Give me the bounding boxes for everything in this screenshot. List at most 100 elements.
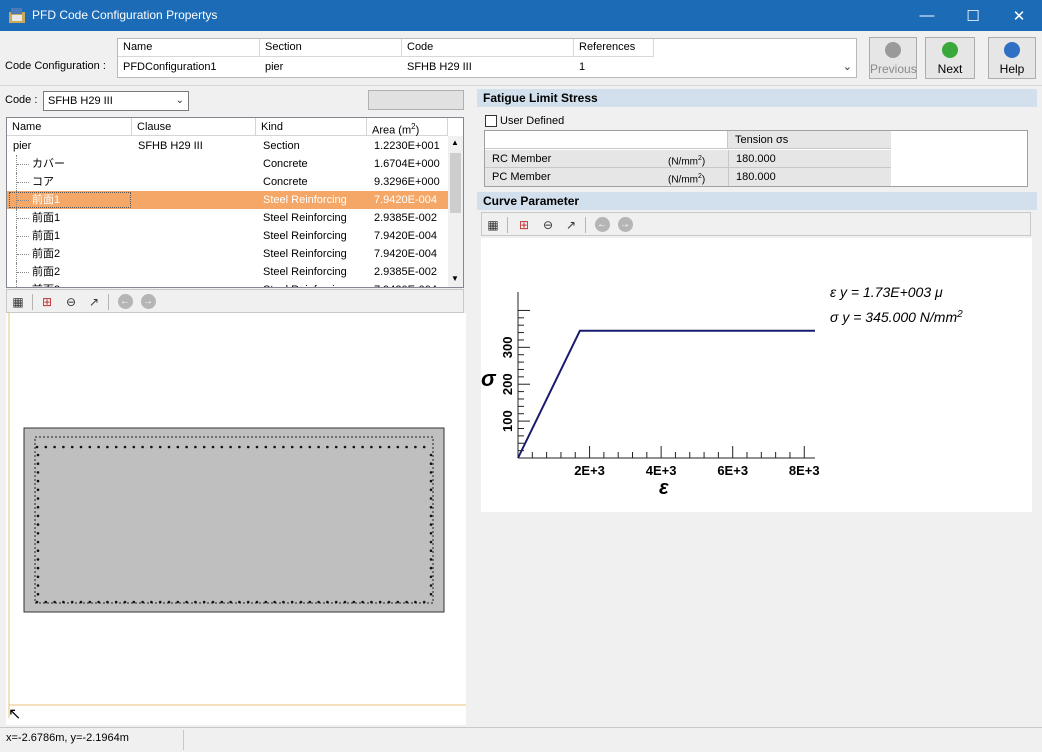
select-icon[interactable]: ▦ [9, 293, 27, 310]
rebar-dot [255, 445, 259, 449]
rebar-dot [299, 600, 303, 604]
rebar-dot [255, 600, 259, 604]
scroll-up-icon[interactable]: ▲ [451, 138, 459, 147]
rebar-dot [185, 600, 188, 604]
cell-clause: SFHB H29 III [138, 140, 203, 152]
rebar-dot [326, 445, 329, 449]
table-row[interactable]: 前面2 Steel Reinforcing 7.9420E-004 [7, 245, 448, 263]
zoom-out-icon[interactable]: ⊖ [539, 216, 557, 233]
table-row[interactable]: pier SFHB H29 III Section 1.2230E+001 [7, 137, 448, 155]
cell-name: 前面2 [32, 266, 61, 278]
value-pc[interactable]: 180.000 [728, 168, 891, 186]
close-button[interactable]: ✕ [996, 0, 1042, 31]
rebar-dot [317, 600, 320, 604]
x-tick-label: 4E+3 [646, 463, 677, 478]
previous-button[interactable]: Previous [869, 37, 917, 79]
rebar-dot [220, 445, 224, 449]
blank-button[interactable] [368, 90, 464, 110]
cell-area: 2.9385E-002 [374, 212, 437, 224]
rebar-dot [106, 600, 109, 604]
cfg-col-code: Code [402, 39, 574, 57]
code-select[interactable]: SFHB H29 III ⌄ [43, 91, 189, 111]
section-canvas[interactable]: ↖ [6, 313, 466, 725]
rebar-dot [429, 558, 433, 561]
section-table[interactable]: Name Clause Kind Area (m2) pier SFHB H29 … [6, 117, 464, 288]
scrollbar-thumb[interactable] [450, 153, 461, 213]
cell-name: 前面1 [32, 212, 61, 224]
col-header-kind[interactable]: Kind [256, 118, 367, 136]
rebar-dot [36, 505, 40, 509]
col-header-clause[interactable]: Clause [132, 118, 256, 136]
forward-icon[interactable]: → [616, 216, 634, 233]
previous-label: Previous [870, 62, 917, 76]
chevron-down-icon[interactable]: ⌄ [843, 60, 852, 73]
col-header-name[interactable]: Name [7, 118, 132, 136]
cell-kind: Concrete [263, 158, 308, 170]
fit-arrow-icon[interactable]: ↗ [85, 293, 103, 310]
fatigue-grid[interactable]: Tension σs RC Member (N/mm2) 180.000 PC … [484, 130, 1028, 187]
col-header-area[interactable]: Area (m2) [367, 118, 448, 137]
rebar-dot [246, 600, 250, 604]
rebar-dot [429, 523, 433, 526]
scroll-down-icon[interactable]: ▼ [451, 274, 459, 283]
table-row[interactable]: 前面3 Steel Reinforcing 7.9420E-004 [7, 281, 448, 287]
x-tick-label: 2E+3 [574, 463, 605, 478]
back-icon[interactable]: ← [116, 293, 134, 310]
code-configuration-combo[interactable]: Name Section Code References PFDConfigur… [117, 38, 857, 78]
help-button[interactable]: Help [988, 37, 1036, 79]
cursor-coordinates: x=-2.6786m, y=-2.1964m [6, 732, 129, 744]
table-row[interactable]: 前面2 Steel Reinforcing 2.9385E-002 [7, 263, 448, 281]
forward-icon[interactable]: → [139, 293, 157, 310]
fit-arrow-icon[interactable]: ↗ [562, 216, 580, 233]
rebar-dot [229, 600, 232, 604]
rebar-dot [317, 445, 320, 449]
y-axis-label: σ [481, 366, 497, 391]
rebar-dot [194, 600, 197, 604]
cfg-value-code: SFHB H29 III [407, 61, 472, 73]
back-icon[interactable]: ← [593, 216, 611, 233]
chevron-down-icon: ⌄ [175, 95, 184, 106]
rebar-dot [176, 445, 180, 449]
zoom-window-icon[interactable]: ⊞ [38, 293, 56, 310]
value-rc[interactable]: 180.000 [728, 150, 891, 168]
table-row[interactable]: 前面1 Steel Reinforcing 7.9420E-004 [7, 227, 448, 245]
focus-rect [9, 192, 131, 208]
zoom-out-icon[interactable]: ⊖ [62, 293, 80, 310]
table-row[interactable]: 前面1 Steel Reinforcing 7.9420E-004 [7, 191, 448, 209]
rebar-dot [352, 600, 356, 604]
cell-kind: Concrete [263, 176, 308, 188]
maximize-button[interactable]: ☐ [950, 0, 996, 31]
rebar-dot [44, 600, 48, 604]
zoom-window-icon[interactable]: ⊞ [515, 216, 533, 233]
rebar-dot [114, 600, 118, 604]
rebar-dot [429, 584, 433, 587]
rebar-dot [167, 445, 171, 449]
rebar-dot [429, 488, 433, 492]
rebar-dot [429, 497, 433, 500]
rebar-dot [167, 600, 171, 604]
table-scrollbar[interactable]: ▲ ▼ [448, 136, 463, 287]
cell-name: 前面1 [32, 230, 61, 242]
user-defined-label: User Defined [500, 115, 565, 127]
minimize-button[interactable]: — [904, 0, 950, 31]
table-row[interactable]: 前面1 Steel Reinforcing 2.9385E-002 [7, 209, 448, 227]
annotation-epsilon: ε y = 1.73E+003 μ [830, 284, 943, 300]
toolbar-separator [507, 217, 508, 233]
cell-area: 7.9420E-004 [374, 248, 437, 260]
rebar-dot [282, 600, 285, 604]
tree-connector [16, 173, 30, 191]
user-defined-checkbox[interactable] [485, 115, 497, 127]
rebar-dot [106, 445, 109, 449]
select-icon[interactable]: ▦ [484, 216, 502, 233]
rebar-dot [229, 445, 232, 449]
rebar-dot [370, 445, 373, 449]
cfg-col-section: Section [260, 39, 402, 57]
table-row[interactable]: コア Concrete 9.3296E+000 [7, 173, 448, 191]
table-row[interactable]: カバー Concrete 1.6704E+000 [7, 155, 448, 173]
rebar-dot [429, 532, 433, 535]
rebar-dot [429, 566, 433, 570]
next-button[interactable]: Next [925, 37, 975, 79]
rebar-dot [211, 445, 215, 449]
curve-chart[interactable]: 2E+3 4E+3 6E+3 8E+3 100 200 300 σ ε ε y = 1.73… [481, 238, 1032, 512]
rebar-dot [36, 488, 40, 492]
